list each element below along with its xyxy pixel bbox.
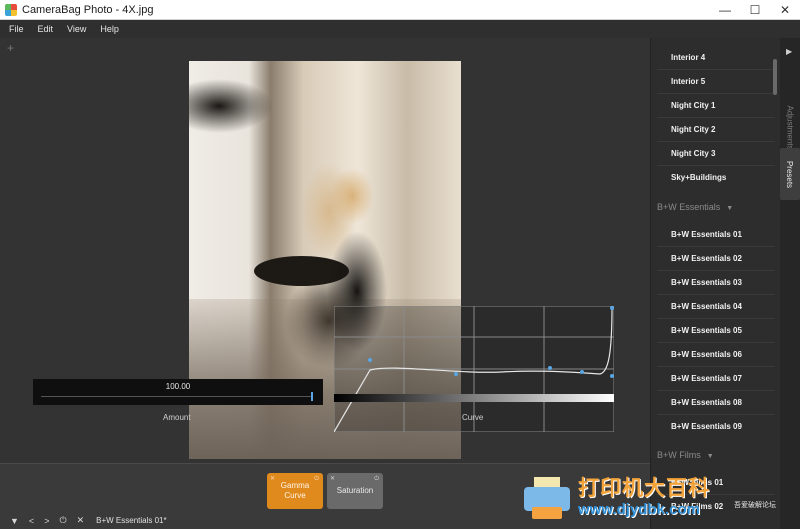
watermark: 打印机大百科 www.djydbk.com [520, 466, 800, 529]
clear-icon[interactable]: ✕ [77, 515, 85, 526]
watermark-url: www.djydbk.com [578, 500, 700, 518]
preset-divider [657, 165, 775, 166]
preset-item[interactable]: Interior 5 [671, 77, 705, 86]
close-button[interactable]: ✕ [770, 0, 800, 20]
preset-divider [657, 117, 775, 118]
preset-group-header-bw-films[interactable]: B+W Films ▼ [657, 450, 714, 460]
menu-file[interactable]: File [0, 24, 31, 34]
preset-item[interactable]: B+W Essentials 06 [671, 350, 742, 359]
history-controls: ▼ < > ⏻ ✕ B+W Essentials 01* [10, 515, 167, 526]
saturation-tile[interactable]: ✕ ⏻ Saturation [327, 473, 383, 509]
amount-slider[interactable]: 100.00 [33, 379, 323, 405]
preset-divider [657, 246, 775, 247]
amount-label: Amount [163, 413, 191, 422]
preset-divider [657, 318, 775, 319]
menu-view[interactable]: View [60, 24, 93, 34]
chevron-down-icon: ▼ [706, 453, 714, 460]
preset-item[interactable]: B+W Essentials 03 [671, 278, 742, 287]
preset-item[interactable]: B+W Essentials 07 [671, 374, 742, 383]
preset-item[interactable]: B+W Essentials 05 [671, 326, 742, 335]
amount-value: 100.00 [165, 382, 191, 391]
minimize-button[interactable]: — [710, 0, 740, 20]
preset-divider [657, 366, 775, 367]
preset-divider [657, 294, 775, 295]
preset-group-title: B+W Essentials [657, 202, 721, 212]
preset-item[interactable]: B+W Essentials 08 [671, 398, 742, 407]
power-icon[interactable]: ⏻ [59, 515, 66, 526]
tab-presets-label: Presets [785, 160, 795, 188]
curve-gradient-bar [334, 394, 614, 402]
preset-divider [657, 141, 775, 142]
tile-close-icon[interactable]: ✕ [330, 474, 335, 484]
curve-control-point[interactable] [610, 306, 614, 310]
history-label: B+W Essentials 01* [96, 516, 167, 525]
amount-thumb[interactable] [311, 392, 313, 401]
tile-label-line2: Curve [284, 491, 306, 500]
preset-item[interactable]: B+W Essentials 02 [671, 254, 742, 263]
preset-item[interactable]: Night City 2 [671, 125, 715, 134]
menu-bar: File Edit View Help [0, 20, 800, 38]
curve-control-point[interactable] [610, 374, 614, 378]
tile-label-line1: Gamma [280, 481, 310, 490]
tab-presets[interactable]: Presets [780, 148, 800, 200]
preset-item[interactable]: Sky+Buildings [671, 173, 726, 182]
app-logo-icon [5, 3, 17, 16]
amount-track [41, 396, 313, 397]
add-tab-button[interactable]: + [7, 41, 14, 55]
previous-icon[interactable]: < [29, 516, 34, 526]
preset-group-header-bw-essentials[interactable]: B+W Essentials ▼ [657, 202, 733, 212]
tile-close-icon[interactable]: ✕ [270, 474, 275, 484]
preset-divider [657, 390, 775, 391]
preset-item[interactable]: Night City 3 [671, 149, 715, 158]
printer-logo-icon [520, 473, 574, 523]
side-tabs: ▶ Adjustments Presets [780, 38, 800, 529]
curve-label: Curve [462, 413, 484, 422]
preset-divider [657, 93, 775, 94]
watermark-text: 打印机大百科 www.djydbk.com [578, 477, 710, 519]
panel-collapse-arrow-icon[interactable]: ▶ [786, 47, 792, 56]
preset-divider [657, 414, 775, 415]
preset-item[interactable]: Night City 1 [671, 101, 715, 110]
curve-control-point[interactable] [454, 372, 458, 376]
menu-edit[interactable]: Edit [31, 24, 61, 34]
preset-divider [657, 69, 775, 70]
tab-adjustments-label: Adjustments [785, 104, 795, 150]
next-icon[interactable]: > [44, 516, 49, 526]
presets-panel: Interior 4 Interior 5 Night City 1 Night… [650, 38, 780, 529]
tile-toggle-icon[interactable]: ⏻ [314, 474, 320, 484]
preset-item[interactable]: B+W Essentials 01 [671, 230, 742, 239]
tile-label: Saturation [336, 486, 374, 495]
curve-control-point[interactable] [548, 366, 552, 370]
window-title: CameraBag Photo - 4X.jpg [22, 3, 154, 16]
menu-help[interactable]: Help [93, 24, 126, 34]
watermark-title: 打印机大百科 [578, 476, 710, 500]
presets-scrollbar[interactable] [773, 59, 777, 95]
watermark-small: 吾爱破解论坛 [734, 502, 776, 509]
preset-divider [657, 270, 775, 271]
preset-item[interactable]: B+W Essentials 04 [671, 302, 742, 311]
curve-control-point[interactable] [580, 370, 584, 374]
gamma-curve-tile[interactable]: ✕ ⏻ Gamma Curve [267, 473, 323, 509]
window-controls: — ☐ ✕ [710, 0, 800, 20]
tile-label: Gamma Curve [281, 481, 309, 501]
preset-divider [657, 342, 775, 343]
maximize-button[interactable]: ☐ [740, 0, 770, 20]
curve-control-point[interactable] [368, 358, 372, 362]
preset-group-title: B+W Films [657, 450, 701, 460]
preset-item[interactable]: B+W Essentials 09 [671, 422, 742, 431]
tile-toggle-icon[interactable]: ⏻ [374, 474, 380, 484]
chevron-down-icon: ▼ [726, 205, 734, 212]
strip-menu-icon[interactable]: ▼ [10, 516, 19, 526]
title-bar: CameraBag Photo - 4X.jpg — ☐ ✕ [0, 0, 800, 20]
preset-item[interactable]: Interior 4 [671, 53, 705, 62]
